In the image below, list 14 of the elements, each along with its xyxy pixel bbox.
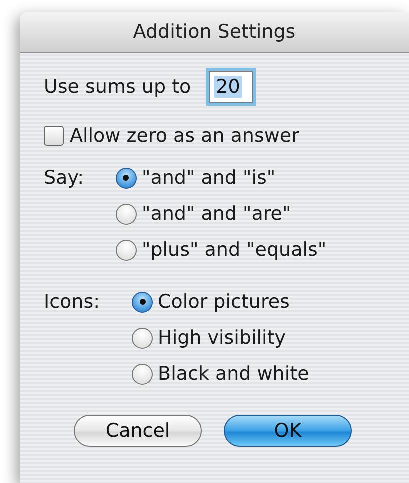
radio-label[interactable]: Black and white <box>158 363 310 385</box>
group-label: Say: <box>44 167 84 191</box>
sums-field[interactable]: 20 <box>209 71 254 103</box>
sums-label: Use sums up to <box>44 76 192 98</box>
radio-label[interactable]: Color pictures <box>158 291 290 313</box>
radio-label[interactable]: "plus" and "equals" <box>142 239 327 261</box>
radio-label[interactable]: "and" and "is" <box>142 167 276 189</box>
radio-label[interactable]: High visibility <box>158 327 286 349</box>
ok-button[interactable]: OK <box>224 415 352 447</box>
radio-label[interactable]: "and" and "are" <box>142 203 292 225</box>
checkbox-label[interactable]: Allow zero as an answer <box>70 125 300 147</box>
cancel-button[interactable]: Cancel <box>74 415 202 447</box>
window-title: Addition Settings <box>133 21 296 43</box>
group-label: Icons: <box>44 291 100 315</box>
